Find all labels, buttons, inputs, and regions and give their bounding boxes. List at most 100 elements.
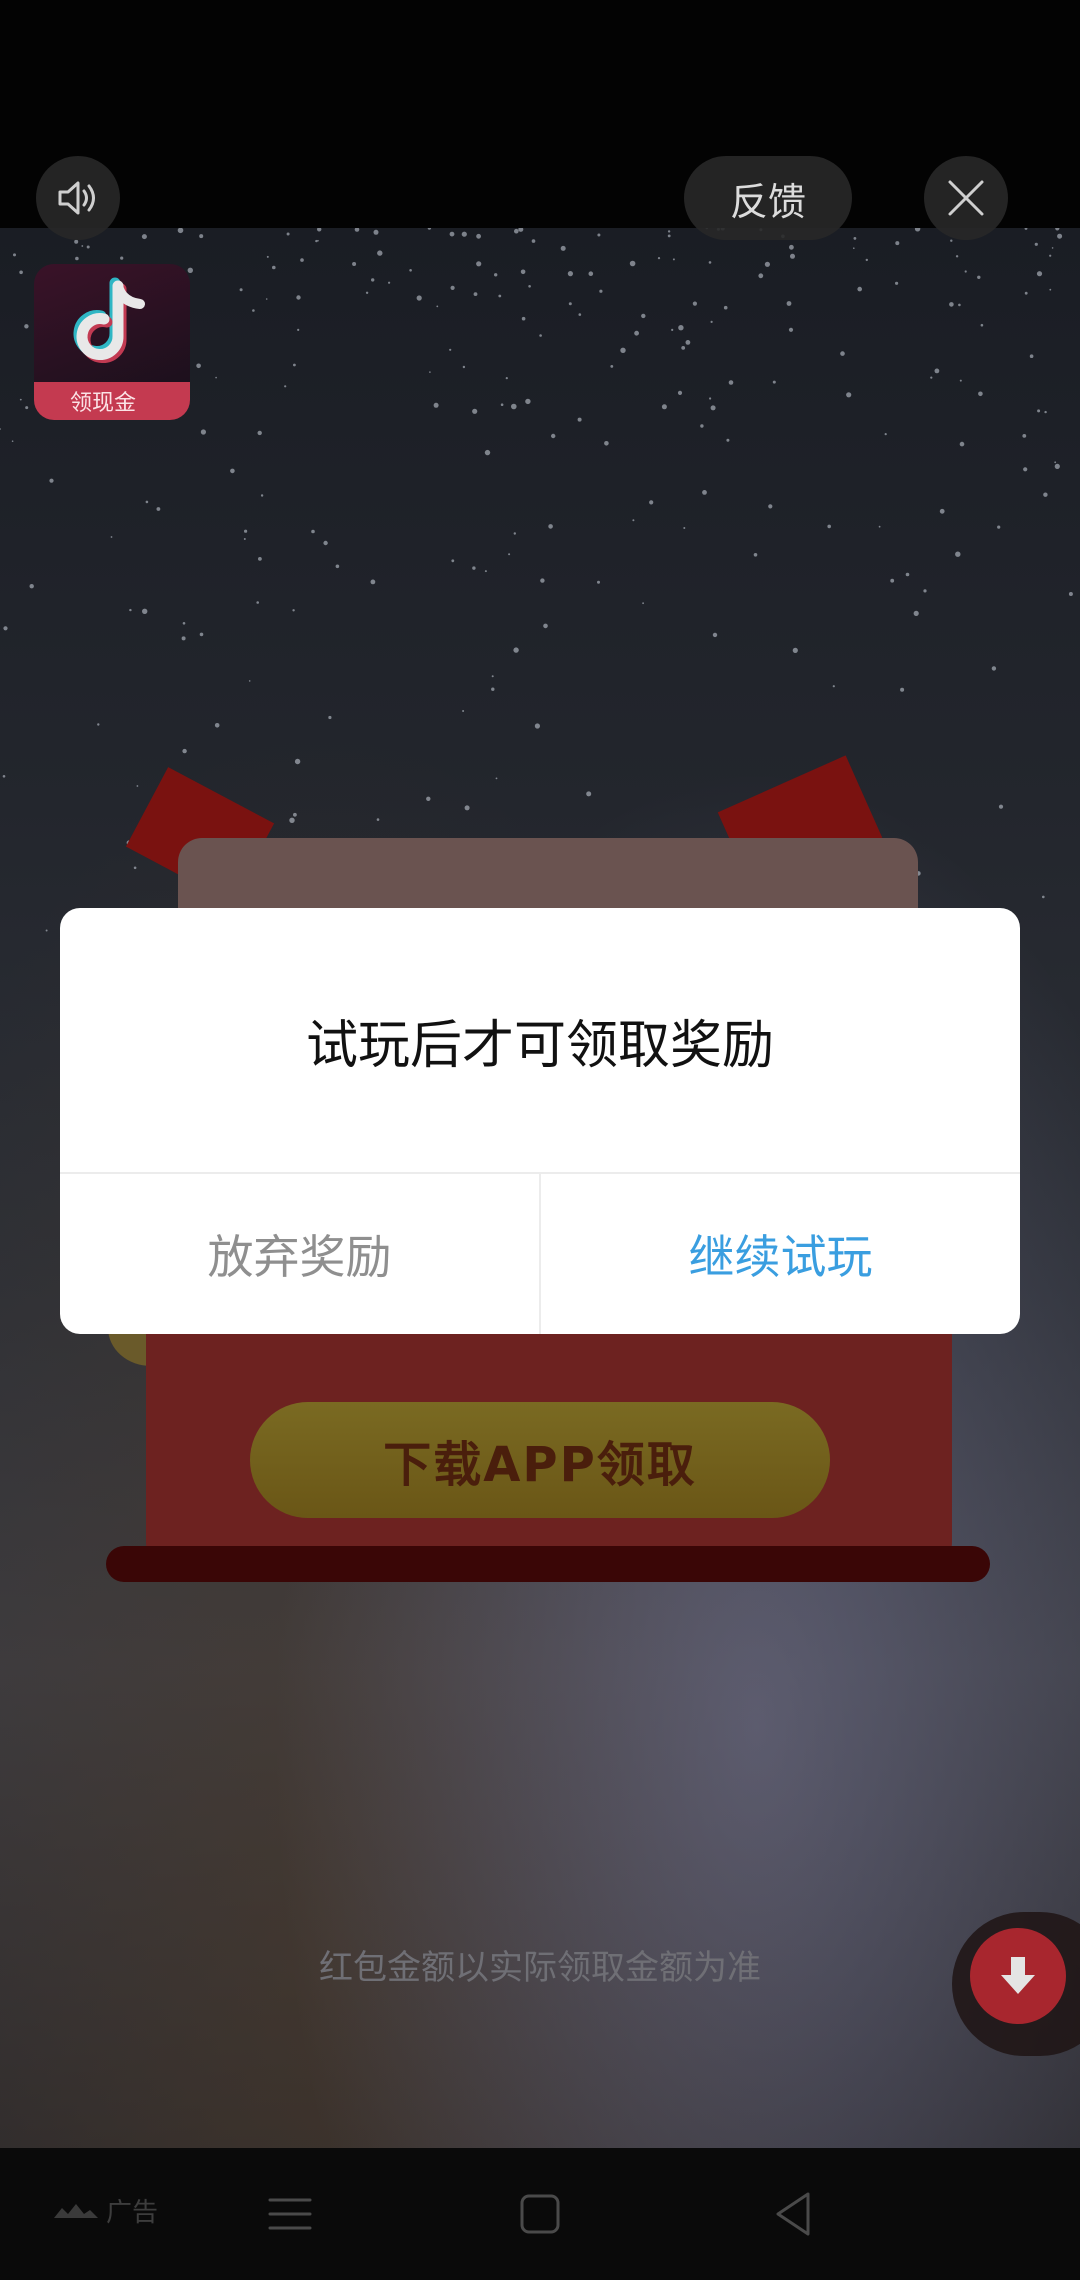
star	[1036, 271, 1043, 277]
star	[365, 291, 369, 294]
back-icon[interactable]	[766, 2186, 822, 2242]
star	[86, 245, 90, 249]
star	[710, 320, 713, 323]
star	[677, 390, 683, 395]
star	[256, 601, 260, 604]
star	[300, 258, 304, 262]
ad-tag: 广告	[54, 2192, 158, 2229]
star	[416, 295, 422, 301]
star	[758, 273, 764, 279]
star	[977, 275, 981, 279]
close-button[interactable]	[924, 156, 1008, 240]
continue-trial-button[interactable]: 继续试玩	[541, 1174, 1020, 1334]
star	[409, 269, 412, 272]
star	[243, 538, 246, 540]
download-button[interactable]	[970, 1928, 1066, 2024]
star	[846, 392, 852, 398]
abandon-reward-button[interactable]: 放弃奖励	[60, 1174, 539, 1334]
speaker-icon	[58, 181, 95, 215]
star	[939, 508, 945, 514]
star	[451, 559, 455, 563]
star	[661, 404, 667, 410]
download-arrow-icon	[1001, 1957, 1035, 1994]
star	[895, 241, 900, 246]
star	[24, 324, 29, 329]
star	[998, 804, 1004, 809]
star	[681, 346, 686, 350]
star	[726, 438, 730, 442]
star	[865, 258, 868, 262]
star	[900, 687, 905, 692]
star	[294, 758, 301, 765]
download-app-claim-button[interactable]: 下载APP领取	[250, 1402, 830, 1518]
star	[75, 256, 79, 261]
star	[433, 402, 439, 408]
star	[1034, 242, 1038, 246]
star	[560, 245, 566, 251]
star	[97, 723, 100, 726]
star	[1054, 461, 1057, 464]
star	[427, 228, 432, 230]
star	[476, 261, 482, 267]
star	[649, 500, 654, 505]
star	[1024, 228, 1028, 230]
star	[244, 529, 248, 533]
star	[753, 553, 758, 557]
star	[667, 230, 671, 233]
star	[768, 504, 773, 509]
star	[472, 408, 478, 414]
star	[641, 313, 646, 319]
star	[827, 524, 831, 529]
star	[49, 478, 54, 483]
star	[11, 440, 14, 442]
star	[491, 675, 494, 678]
star	[317, 228, 322, 232]
star	[182, 622, 186, 625]
star	[685, 340, 691, 345]
star	[29, 584, 34, 589]
star	[1049, 254, 1052, 257]
star	[772, 380, 776, 384]
star	[81, 245, 84, 247]
star	[1042, 895, 1045, 899]
star	[599, 289, 603, 293]
star	[449, 348, 452, 351]
star	[692, 301, 698, 306]
star	[258, 557, 262, 561]
star	[1022, 434, 1027, 438]
star	[196, 363, 201, 369]
home-icon[interactable]	[512, 2186, 568, 2242]
star	[495, 777, 498, 780]
star	[678, 325, 684, 331]
star	[551, 433, 556, 439]
star	[214, 723, 220, 728]
star	[473, 292, 478, 296]
star	[376, 818, 380, 821]
star	[120, 256, 124, 260]
star	[588, 271, 594, 276]
star	[1024, 291, 1028, 295]
star	[518, 228, 524, 232]
app-badge: 领现金	[34, 382, 190, 420]
star	[790, 253, 795, 259]
feedback-button[interactable]: 反馈	[684, 156, 852, 240]
star	[19, 398, 22, 401]
star	[857, 286, 862, 292]
star	[429, 371, 431, 373]
app-icon[interactable]: 领现金	[34, 264, 190, 420]
star	[0, 428, 1, 430]
star	[464, 805, 470, 811]
star	[513, 532, 516, 535]
star	[461, 231, 467, 237]
close-icon	[948, 180, 984, 216]
star	[74, 239, 79, 244]
star	[472, 566, 476, 570]
star	[13, 253, 16, 257]
star	[215, 376, 217, 379]
star	[980, 323, 984, 327]
star	[335, 564, 340, 569]
star	[959, 379, 962, 382]
star	[352, 262, 357, 266]
sound-button[interactable]	[36, 156, 120, 240]
menu-icon[interactable]	[262, 2186, 318, 2242]
